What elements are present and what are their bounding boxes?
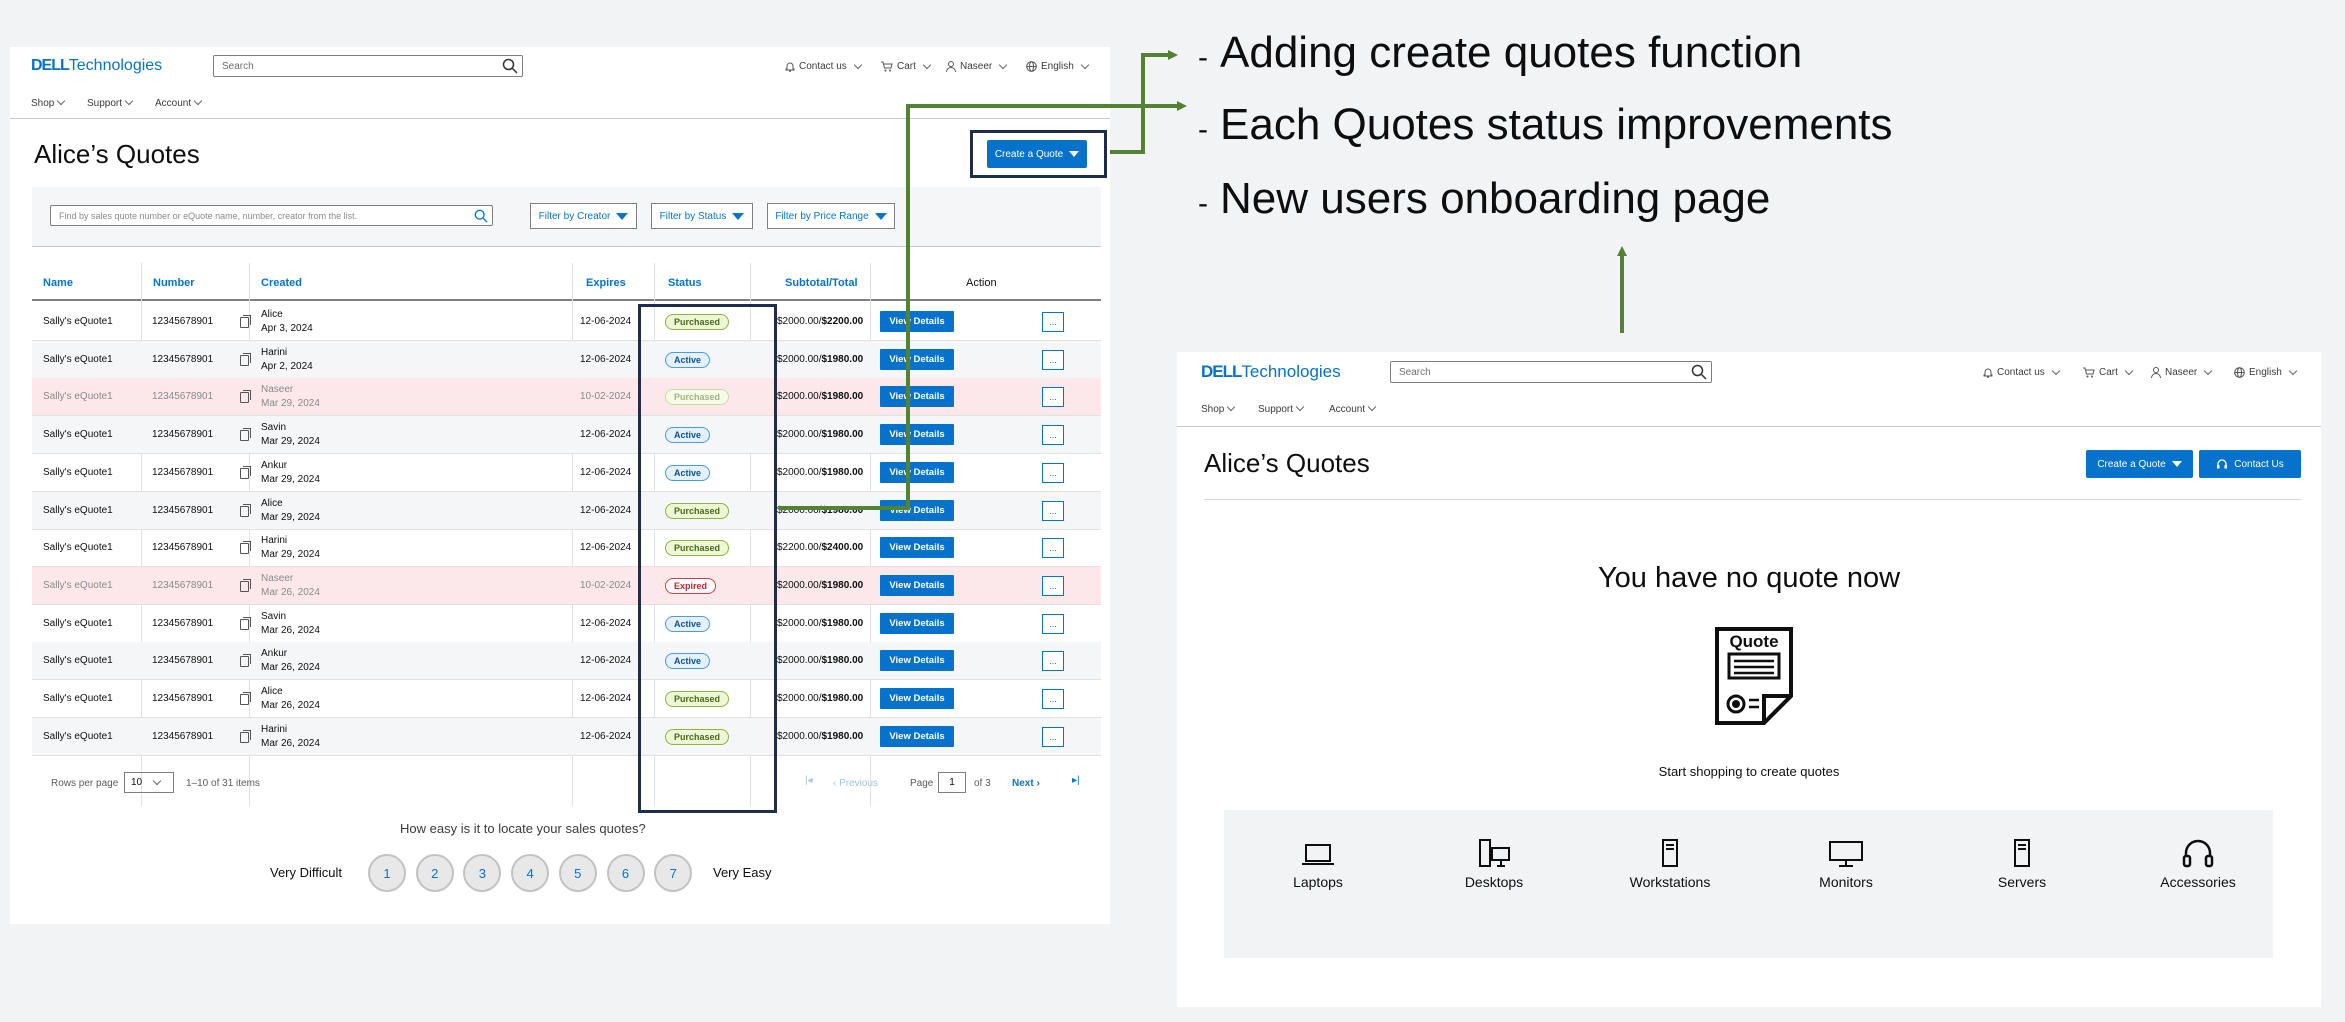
connector-arrows — [779, 50, 1627, 510]
arrow-status — [779, 101, 1187, 510]
arrow-create-quote — [1110, 50, 1178, 154]
